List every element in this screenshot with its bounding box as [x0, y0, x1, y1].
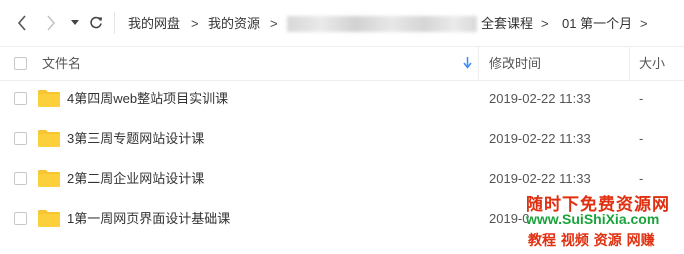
- column-header-name[interactable]: 文件名: [42, 55, 81, 72]
- folder-icon: [38, 210, 60, 227]
- file-modified-time: 2019-02-22 11:33: [489, 91, 591, 106]
- caret-down-icon: [71, 20, 79, 25]
- breadcrumb-separator: >: [541, 16, 549, 31]
- breadcrumb-redacted[interactable]: [287, 16, 477, 32]
- back-button[interactable]: [14, 13, 30, 33]
- column-divider[interactable]: [478, 47, 479, 80]
- breadcrumb-all-courses[interactable]: 全套课程: [481, 15, 533, 33]
- nav-divider: [114, 12, 115, 34]
- file-row[interactable]: 4第四周web整站项目实训课 2019-02-22 11:33 -: [0, 79, 684, 119]
- row-checkbox[interactable]: [14, 212, 27, 225]
- breadcrumb-more[interactable]: >: [640, 15, 648, 33]
- watermark-tagline: 教程 视频 资源 网赚: [528, 233, 655, 249]
- watermark: 随时下免费资源网 www.SuiShiXia.com 教程 视频 资源 网赚: [520, 186, 684, 254]
- chevron-left-icon: [17, 15, 26, 31]
- watermark-url: www.SuiShiXia.com: [526, 211, 660, 227]
- column-header-size[interactable]: 大小: [639, 55, 665, 72]
- forward-button[interactable]: [43, 13, 59, 33]
- refresh-icon: [90, 16, 103, 29]
- refresh-button[interactable]: [88, 13, 104, 33]
- arrow-down-icon[interactable]: [463, 57, 472, 69]
- breadcrumb-current-folder[interactable]: 01 第一个月: [562, 15, 632, 33]
- navigation-bar: 我的网盘 > 我的资源 > 全套课程 > 01 第一个月 >: [0, 0, 684, 46]
- column-divider[interactable]: [629, 47, 630, 80]
- folder-icon: [38, 170, 60, 187]
- file-row[interactable]: 3第三周专题网站设计课 2019-02-22 11:33 -: [0, 119, 684, 159]
- row-checkbox[interactable]: [14, 132, 27, 145]
- file-size: -: [639, 131, 644, 146]
- breadcrumb-my-resources[interactable]: 我的资源: [208, 15, 260, 33]
- file-name[interactable]: 1第一周网页界面设计基础课: [67, 210, 230, 228]
- breadcrumb-separator: >: [270, 16, 278, 31]
- file-name[interactable]: 4第四周web整站项目实训课: [67, 90, 228, 108]
- column-header-modified[interactable]: 修改时间: [489, 55, 541, 72]
- breadcrumb-separator: >: [191, 16, 199, 31]
- file-size: -: [639, 91, 644, 106]
- select-all-checkbox[interactable]: [14, 57, 27, 70]
- row-checkbox[interactable]: [14, 172, 27, 185]
- history-dropdown-button[interactable]: [68, 13, 82, 33]
- file-list-header: 文件名 修改时间 大小: [0, 46, 684, 81]
- file-name[interactable]: 2第二周企业网站设计课: [67, 170, 204, 188]
- folder-icon: [38, 130, 60, 147]
- file-modified-time: 2019-02-22 11:33: [489, 131, 591, 146]
- row-checkbox[interactable]: [14, 92, 27, 105]
- breadcrumb-my-disk[interactable]: 我的网盘: [128, 15, 180, 33]
- folder-icon: [38, 90, 60, 107]
- file-name[interactable]: 3第三周专题网站设计课: [67, 130, 204, 148]
- chevron-right-icon: [47, 15, 56, 31]
